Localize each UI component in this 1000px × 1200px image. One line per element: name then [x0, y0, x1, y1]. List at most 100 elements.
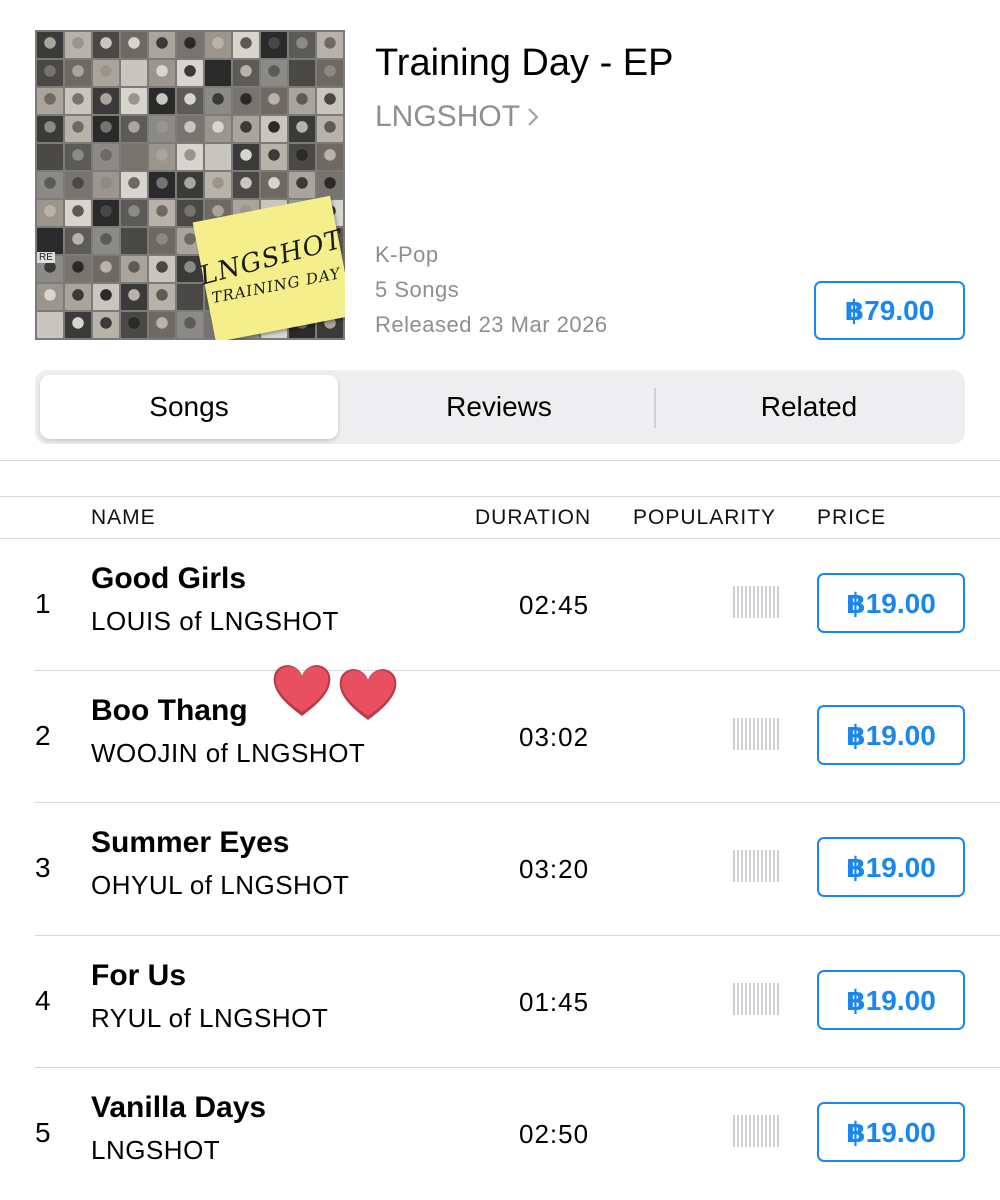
popularity-bar [757, 983, 759, 1015]
popularity-bar [749, 1115, 751, 1147]
cover-photo-tile [93, 88, 119, 114]
cover-photo-tile [37, 144, 63, 170]
popularity-bar [733, 850, 735, 882]
popularity-bar [753, 850, 755, 882]
song-artist: LOUIS of LNGSHOT [91, 606, 339, 636]
song-artist: RYUL of LNGSHOT [91, 1003, 329, 1033]
cover-photo-tile [177, 172, 203, 198]
song-price-button[interactable]: ฿19.00 [817, 573, 965, 633]
cover-photo-tile [65, 60, 91, 86]
song-artist: WOOJIN of LNGSHOT [91, 738, 366, 768]
cover-photo-tile [149, 116, 175, 142]
popularity-bar [745, 850, 747, 882]
popularity-bar [745, 1115, 747, 1147]
popularity-bar [765, 850, 767, 882]
cover-photo-tile [93, 172, 119, 198]
cover-photo-tile [65, 144, 91, 170]
cover-photo-tile [177, 284, 203, 310]
popularity-bars [733, 983, 783, 1015]
popularity-bar [777, 586, 779, 618]
cover-photo-tile [65, 256, 91, 282]
tab-related[interactable]: Related [657, 375, 961, 439]
popularity-bar [777, 850, 779, 882]
popularity-bar [773, 586, 775, 618]
popularity-bar [749, 718, 751, 750]
cover-photo-tile [317, 116, 343, 142]
cover-photo-tile [37, 88, 63, 114]
cover-photo-tile [149, 284, 175, 310]
popularity-bars [733, 850, 783, 882]
popularity-bar [757, 586, 759, 618]
popularity-bar [769, 718, 771, 750]
song-row[interactable]: 3 Summer Eyes OHYUL of LNGSHOT 03:20 ฿19… [0, 802, 1000, 934]
cover-photo-tile [121, 312, 147, 338]
artist-link[interactable]: LNGSHOT [375, 100, 540, 134]
cover-photo-tile [93, 312, 119, 338]
album-price-button[interactable]: ฿79.00 [814, 281, 965, 340]
cover-photo-tile [233, 144, 259, 170]
cover-photo-tile [121, 144, 147, 170]
track-number: 2 [35, 720, 51, 751]
popularity-bar [749, 850, 751, 882]
cover-photo-tile [177, 116, 203, 142]
song-artist: LNGSHOT [91, 1135, 221, 1165]
album-title: Training Day - EP [375, 42, 674, 84]
popularity-bar [765, 586, 767, 618]
popularity-bar [773, 850, 775, 882]
cover-photo-tile [65, 312, 91, 338]
song-price-button[interactable]: ฿19.00 [817, 705, 965, 765]
cover-photo-tile [205, 60, 231, 86]
popularity-bars [733, 718, 783, 750]
cover-photo-tile [121, 228, 147, 254]
cover-photo-tile [317, 88, 343, 114]
song-price-button[interactable]: ฿19.00 [817, 970, 965, 1030]
popularity-bar [765, 1115, 767, 1147]
popularity-bar [741, 1115, 743, 1147]
column-header-name: NAME [91, 506, 156, 529]
popularity-bar [757, 718, 759, 750]
cover-photo-tile [149, 88, 175, 114]
song-row[interactable]: 4 For Us RYUL of LNGSHOT 01:45 ฿19.00 [0, 935, 1000, 1067]
cover-photo-tile [121, 200, 147, 226]
cover-photo-tile [233, 88, 259, 114]
popularity-bar [737, 983, 739, 1015]
tab-songs[interactable]: Songs [40, 375, 338, 439]
song-title: For Us [91, 959, 187, 992]
cover-photo-tile [233, 116, 259, 142]
song-duration: 02:45 [519, 590, 590, 620]
cover-photo-tile [289, 60, 315, 86]
cover-photo-tile [121, 32, 147, 58]
song-row[interactable]: 5 Vanilla Days LNGSHOT 02:50 ฿19.00 [0, 1067, 1000, 1199]
cover-photo-tile [177, 144, 203, 170]
popularity-bar [769, 850, 771, 882]
column-header-price: PRICE [817, 506, 887, 529]
cover-photo-tile [261, 60, 287, 86]
popularity-bar [753, 718, 755, 750]
cover-photo-tile [65, 116, 91, 142]
popularity-bar [733, 983, 735, 1015]
popularity-bar [737, 850, 739, 882]
cover-photo-tile [93, 256, 119, 282]
popularity-bar [745, 983, 747, 1015]
song-row[interactable]: 2 Boo Thang WOOJIN of LNGSHOT 03:02 ฿19.… [0, 670, 1000, 802]
song-title: Good Girls [91, 562, 247, 595]
cover-photo-tile [121, 284, 147, 310]
cover-photo-tile [149, 144, 175, 170]
heart-icon [273, 665, 331, 716]
song-price-button[interactable]: ฿19.00 [817, 1102, 965, 1162]
album-genre: K-Pop [375, 242, 439, 267]
song-row[interactable]: 1 Good Girls LOUIS of LNGSHOT 02:45 ฿19.… [0, 538, 1000, 670]
tab-reviews[interactable]: Reviews [345, 375, 653, 439]
song-duration: 03:02 [519, 722, 590, 752]
popularity-bar [757, 1115, 759, 1147]
track-number: 4 [35, 985, 51, 1016]
song-price-button[interactable]: ฿19.00 [817, 837, 965, 897]
cover-photo-tile [233, 32, 259, 58]
cover-photo-tile [149, 312, 175, 338]
track-number: 1 [35, 588, 51, 619]
artist-name: LNGSHOT [375, 100, 521, 133]
cover-corner-text: RE [37, 252, 55, 263]
popularity-bar [761, 586, 763, 618]
popularity-bar [733, 718, 735, 750]
section-divider [0, 460, 1000, 461]
